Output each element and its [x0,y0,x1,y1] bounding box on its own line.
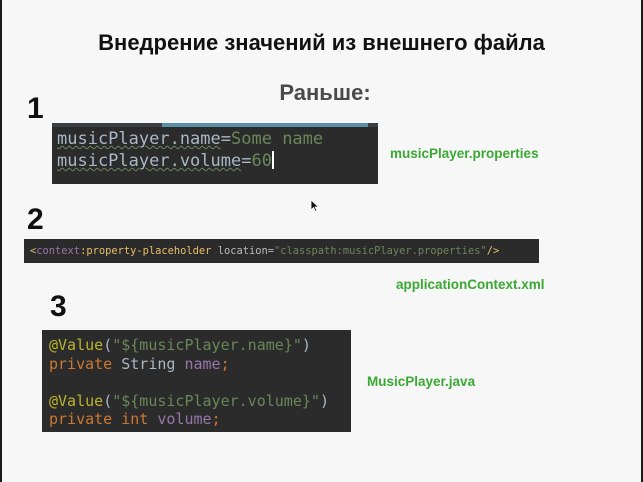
xml-attribute-value: "classpath:musicPlayer.properties" [274,245,487,257]
keyword: private [49,354,113,373]
annotation: @Value [49,391,104,410]
code-line: private String name; [49,355,351,374]
xml-namespace: context [36,245,81,257]
field-name: volume [157,410,212,428]
paren: ( [103,391,113,410]
java-code-block: @Value("${musicPlayer.name}") private St… [42,330,351,432]
string-literal: "${musicPlayer.name}" [112,336,302,354]
paren: ( [103,336,113,354]
step-number-1: 1 [27,92,44,125]
semicolon: ; [211,410,221,428]
field-name: name [184,354,221,373]
equals-sign: = [241,151,252,171]
code-line: @Value("${musicPlayer.volume}") [49,392,351,411]
keyword: private [49,410,113,428]
properties-line-volume: musicPlayer.volume=60 [57,150,378,172]
file-label-xml: applicationContext.xml [396,277,545,292]
equals-sign: = [220,129,232,149]
xml-close-bracket: /> [486,245,500,257]
property-value: 60 [251,151,272,171]
keyword: int [112,410,158,428]
xml-tag-name: property-placeholder [86,245,212,257]
slide-title: Внедрение значений из внешнего файла [98,30,545,55]
file-label-java: MusicPlayer.java [367,374,476,389]
editor-tab-highlight [162,123,368,127]
properties-line-name: musicPlayer.name=Some name [57,128,378,150]
file-label-properties: musicPlayer.properties [390,146,539,161]
type-name: String [112,354,185,373]
annotation: @Value [49,336,104,354]
slide-subtitle: Раньше: [279,80,371,105]
step-number-2: 2 [27,203,44,236]
string-literal: "${musicPlayer.volume}" [112,391,320,410]
semicolon: ; [220,354,230,373]
property-value: Some name [231,129,324,149]
properties-editor[interactable]: musicPlayer.name=Some name musicPlayer.v… [52,123,378,184]
property-key: musicPlayer.name [57,129,221,149]
property-key: musicPlayer.volume [57,151,242,171]
code-line: private int volume; [49,410,351,429]
code-line: @Value("${musicPlayer.name}") [49,336,351,355]
xml-code-block: <context:property-placeholder location="… [24,239,539,263]
text-caret [271,151,274,169]
frame-edge-left [0,0,2,482]
xml-attribute: location= [211,245,275,257]
mouse-pointer-icon [310,200,320,212]
step-number-3: 3 [50,290,67,323]
paren: ) [301,336,311,354]
paren: ) [319,391,329,410]
